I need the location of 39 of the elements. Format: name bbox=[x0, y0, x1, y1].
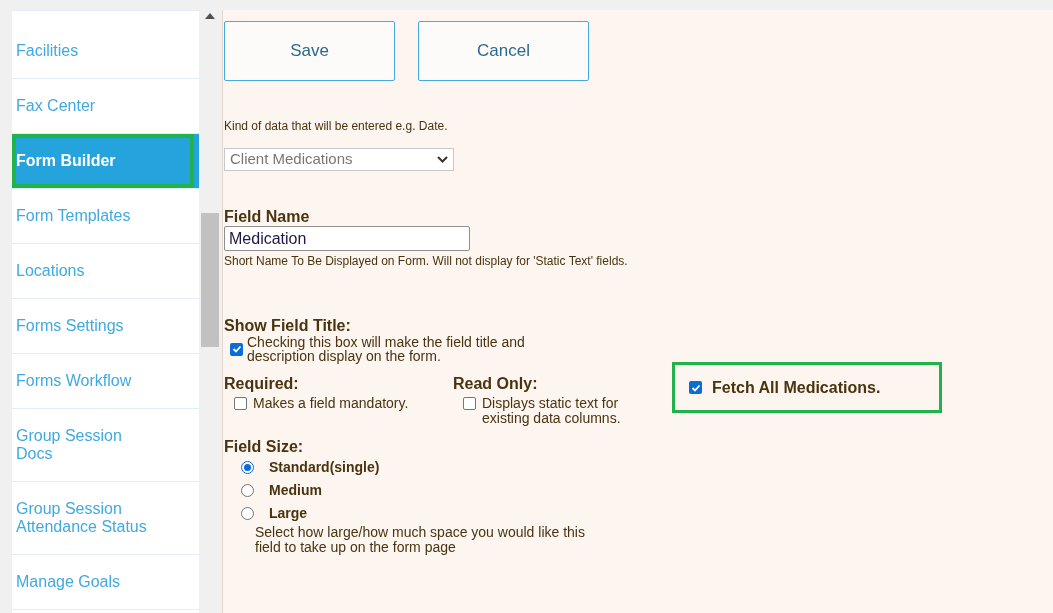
checkbox-label: Displays static text for existing data columns. bbox=[482, 396, 622, 426]
field-label: Show Field Title: bbox=[224, 317, 352, 335]
field-label: Field Name bbox=[224, 208, 311, 226]
checkbox-label: Fetch All Medications. bbox=[712, 377, 881, 398]
radio-button[interactable] bbox=[241, 507, 254, 520]
field-label: Required: bbox=[224, 375, 300, 393]
scroll-up-arrow-icon[interactable] bbox=[205, 13, 215, 19]
radio-button[interactable] bbox=[241, 461, 254, 474]
hint-text: Short Name To Be Displayed on Form. Will not display for 'Static Text' fields. bbox=[224, 254, 629, 268]
radio-button[interactable] bbox=[241, 484, 254, 497]
sidebar-item[interactable]: Form Templates bbox=[12, 189, 162, 243]
form-button[interactable]: Cancel bbox=[418, 21, 589, 81]
sidebar-item[interactable]: Manage Goals bbox=[12, 555, 162, 609]
radio-label: Standard(single) bbox=[269, 458, 380, 477]
radio-label: Medium bbox=[269, 481, 322, 500]
scrollbar-thumb[interactable] bbox=[201, 213, 219, 347]
sidebar-item[interactable]: Group Session Docs bbox=[12, 409, 162, 481]
checkbox[interactable] bbox=[463, 397, 476, 410]
sidebar-item[interactable]: Forms Settings bbox=[12, 299, 162, 353]
sidebar-item[interactable]: Facilities bbox=[12, 24, 162, 78]
dropdown-value: Client Medications bbox=[230, 149, 353, 170]
field-label: Field Size: bbox=[224, 438, 305, 456]
radio-label: Large bbox=[269, 504, 308, 523]
chevron-down-icon bbox=[437, 156, 448, 163]
hint-text: Kind of data that will be entered e.g. Date. bbox=[224, 119, 449, 133]
checkbox[interactable] bbox=[230, 342, 243, 356]
form-button[interactable]: Save bbox=[224, 21, 395, 81]
sidebar-item[interactable]: Fax Center bbox=[12, 79, 162, 133]
field-name-input[interactable]: Medication bbox=[224, 226, 470, 251]
sidebar-item[interactable]: Group Session Attendance Status bbox=[12, 482, 162, 554]
checkbox[interactable] bbox=[689, 381, 702, 394]
help-text: Select how large/how much space you would like this field to take up on the form page bbox=[255, 525, 586, 555]
checkbox[interactable] bbox=[234, 397, 247, 410]
checkbox-label: Checking this box will make the field title and description display on the form. bbox=[247, 335, 526, 363]
data-type-dropdown[interactable]: Client Medications bbox=[224, 148, 454, 171]
field-label: Read Only: bbox=[453, 375, 539, 393]
sidebar-item[interactable]: Forms Workflow bbox=[12, 354, 162, 408]
sidebar-item[interactable]: Locations bbox=[12, 244, 162, 298]
checkbox-label: Makes a field mandatory. bbox=[253, 396, 410, 411]
